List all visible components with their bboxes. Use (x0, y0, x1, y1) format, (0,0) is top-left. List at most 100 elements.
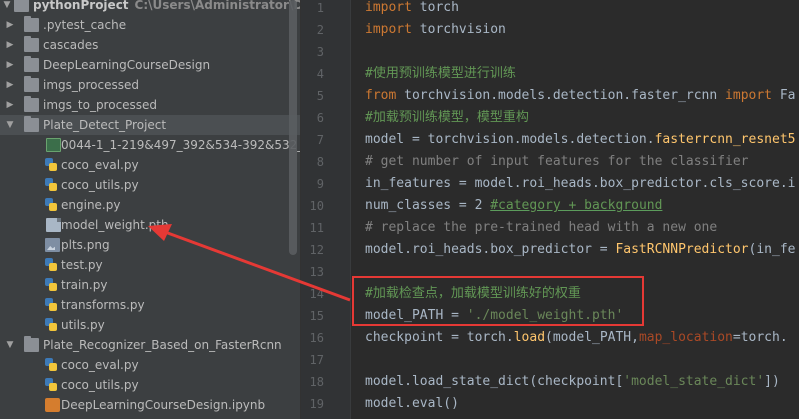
python-file-icon (44, 278, 59, 292)
line-number: 6 (316, 111, 324, 125)
tree-folder-plate-detect[interactable]: ▼ Plate_Detect_Project (0, 115, 300, 135)
code-line-7: model = torchvision.models.detection.fas… (365, 129, 795, 151)
project-tree-panel: ▼ pythonProject C:\Users\Administrator\D … (0, 0, 301, 419)
code-text: =torch. (732, 330, 788, 345)
tree-file-model-weight[interactable]: model_weight.pth (0, 215, 300, 235)
code-line-18: model.load_state_dict(checkpoint['model_… (365, 371, 780, 393)
image-file-icon (45, 238, 60, 252)
file-label: coco_eval.py (61, 158, 139, 172)
folder-icon (24, 96, 39, 112)
file-label: coco_utils.py (61, 378, 139, 392)
code-text: Fa (772, 88, 796, 103)
tree-file-recognizer-coco-eval[interactable]: coco_eval.py (0, 355, 300, 375)
code-line-10: num_classes = 2 #category + background (365, 195, 662, 217)
line-number: 2 (316, 23, 324, 37)
folder-icon (24, 116, 39, 132)
line-number: 14 (309, 287, 324, 301)
chevron-down-icon[interactable]: ▼ (1, 0, 13, 15)
keyword: import (365, 22, 412, 37)
folder-icon (24, 56, 39, 72)
folder-icon (24, 36, 39, 52)
keyword: import (725, 88, 773, 103)
tree-folder-imgs-to-processed[interactable]: ▶ imgs_to_processed (0, 95, 300, 115)
line-number: 15 (309, 309, 324, 323)
inline-comment: #category + background (490, 198, 663, 213)
tree-folder-deeplearning[interactable]: ▶ DeepLearningCourseDesign (0, 55, 300, 75)
line-number: 19 (309, 397, 324, 411)
folder-label: Plate_Recognizer_Based_on_FasterRcnn (43, 338, 282, 352)
chevron-right-icon[interactable]: ▶ (4, 55, 16, 75)
chevron-right-icon[interactable]: ▶ (4, 95, 16, 115)
line-number: 17 (309, 353, 324, 367)
folder-label: cascades (43, 38, 99, 52)
code-line-2: import torchvision (365, 19, 506, 41)
annotation-highlight-box (352, 276, 644, 326)
tree-file-recognizer-notebook[interactable]: DeepLearningCourseDesign.ipynb (0, 395, 300, 415)
code-text: model = torchvision.models.detection. (365, 132, 655, 147)
file-label: test.py (61, 258, 103, 272)
chevron-down-icon[interactable]: ▼ (4, 335, 16, 355)
code-editor[interactable]: import torch import torchvision #使用预训练模型… (351, 0, 799, 419)
folder-label: DeepLearningCourseDesign (43, 58, 211, 72)
python-file-icon (44, 298, 59, 312)
python-file-icon (44, 158, 59, 172)
code-line-4: #使用预训练模型进行训练 (365, 66, 516, 81)
code-text: torchvision.models.detection.faster_rcnn (396, 88, 726, 103)
file-label: plts.png (61, 238, 110, 252)
code-text: torchvision (411, 22, 506, 37)
code-line-16: checkpoint = torch.load(model_PATH,map_l… (365, 327, 788, 349)
notebook-file-icon (45, 398, 60, 412)
tree-file-train[interactable]: train.py (0, 275, 300, 295)
tree-scrollbar[interactable] (289, 0, 297, 255)
chevron-right-icon[interactable]: ▶ (4, 75, 16, 95)
folder-label: imgs_to_processed (43, 98, 158, 112)
tree-folder-cascades[interactable]: ▶ cascades (0, 35, 300, 55)
chevron-right-icon[interactable]: ▶ (4, 35, 16, 55)
tree-file-plts[interactable]: plts.png (0, 235, 300, 255)
folder-icon (24, 76, 39, 92)
code-line-8: # get number of input features for the c… (365, 154, 749, 169)
tree-file-0044[interactable]: 0044-1_1-219&497_392&534-392&532_ (0, 135, 300, 155)
file-label: transforms.py (61, 298, 145, 312)
tree-file-recognizer-coco-utils[interactable]: coco_utils.py (0, 375, 300, 395)
file-label: DeepLearningCourseDesign.ipynb (61, 398, 266, 412)
file-label: coco_utils.py (61, 178, 139, 192)
code-text: checkpoint = torch. (365, 330, 514, 345)
python-file-icon (44, 318, 59, 332)
code-line-9: in_features = model.roi_heads.box_predic… (365, 176, 796, 191)
chevron-right-icon[interactable]: ▶ (4, 15, 16, 35)
code-text: (model_PATH, (545, 330, 639, 345)
python-file-icon (44, 198, 59, 212)
tree-file-utils[interactable]: utils.py (0, 315, 300, 335)
tree-file-coco-eval[interactable]: coco_eval.py (0, 155, 300, 175)
line-number: 11 (309, 221, 324, 235)
code-line-6: #加载预训练模型，模型重构 (365, 110, 529, 125)
file-label: train.py (61, 278, 108, 292)
code-line-12: model.roi_heads.box_predictor = FastRCNN… (365, 239, 795, 261)
code-text: torch (411, 0, 459, 15)
generic-file-icon (46, 218, 61, 232)
chevron-down-icon[interactable]: ▼ (4, 115, 16, 135)
keyword: from (365, 88, 397, 103)
line-number: 3 (316, 45, 324, 59)
tree-folder-plate-recognizer[interactable]: ▼ Plate_Recognizer_Based_on_FasterRcnn (0, 335, 300, 355)
tree-file-test[interactable]: test.py (0, 255, 300, 275)
tree-root-row[interactable]: ▼ pythonProject C:\Users\Administrator\D (0, 0, 300, 15)
folder-label: imgs_processed (43, 78, 140, 92)
folder-label: Plate_Detect_Project (43, 118, 167, 132)
function-name: FastRCNNPredictor (615, 242, 749, 257)
tree-file-transforms[interactable]: transforms.py (0, 295, 300, 315)
function-name: load (513, 330, 546, 345)
tree-file-engine[interactable]: engine.py (0, 195, 300, 215)
python-file-icon (44, 258, 59, 272)
line-number: 12 (309, 243, 324, 257)
tree-folder-pytest-cache[interactable]: ▶ .pytest_cache (0, 15, 300, 35)
tree-root-path: C:\Users\Administrator\D (134, 0, 301, 12)
line-number: 1 (316, 1, 324, 15)
tree-file-coco-utils[interactable]: coco_utils.py (0, 175, 300, 195)
code-text: model.roi_heads.box_predictor = (365, 242, 616, 257)
file-label: utils.py (61, 318, 105, 332)
text-file-icon (46, 138, 61, 152)
file-label: engine.py (61, 198, 121, 212)
tree-folder-imgs-processed[interactable]: ▶ imgs_processed (0, 75, 300, 95)
